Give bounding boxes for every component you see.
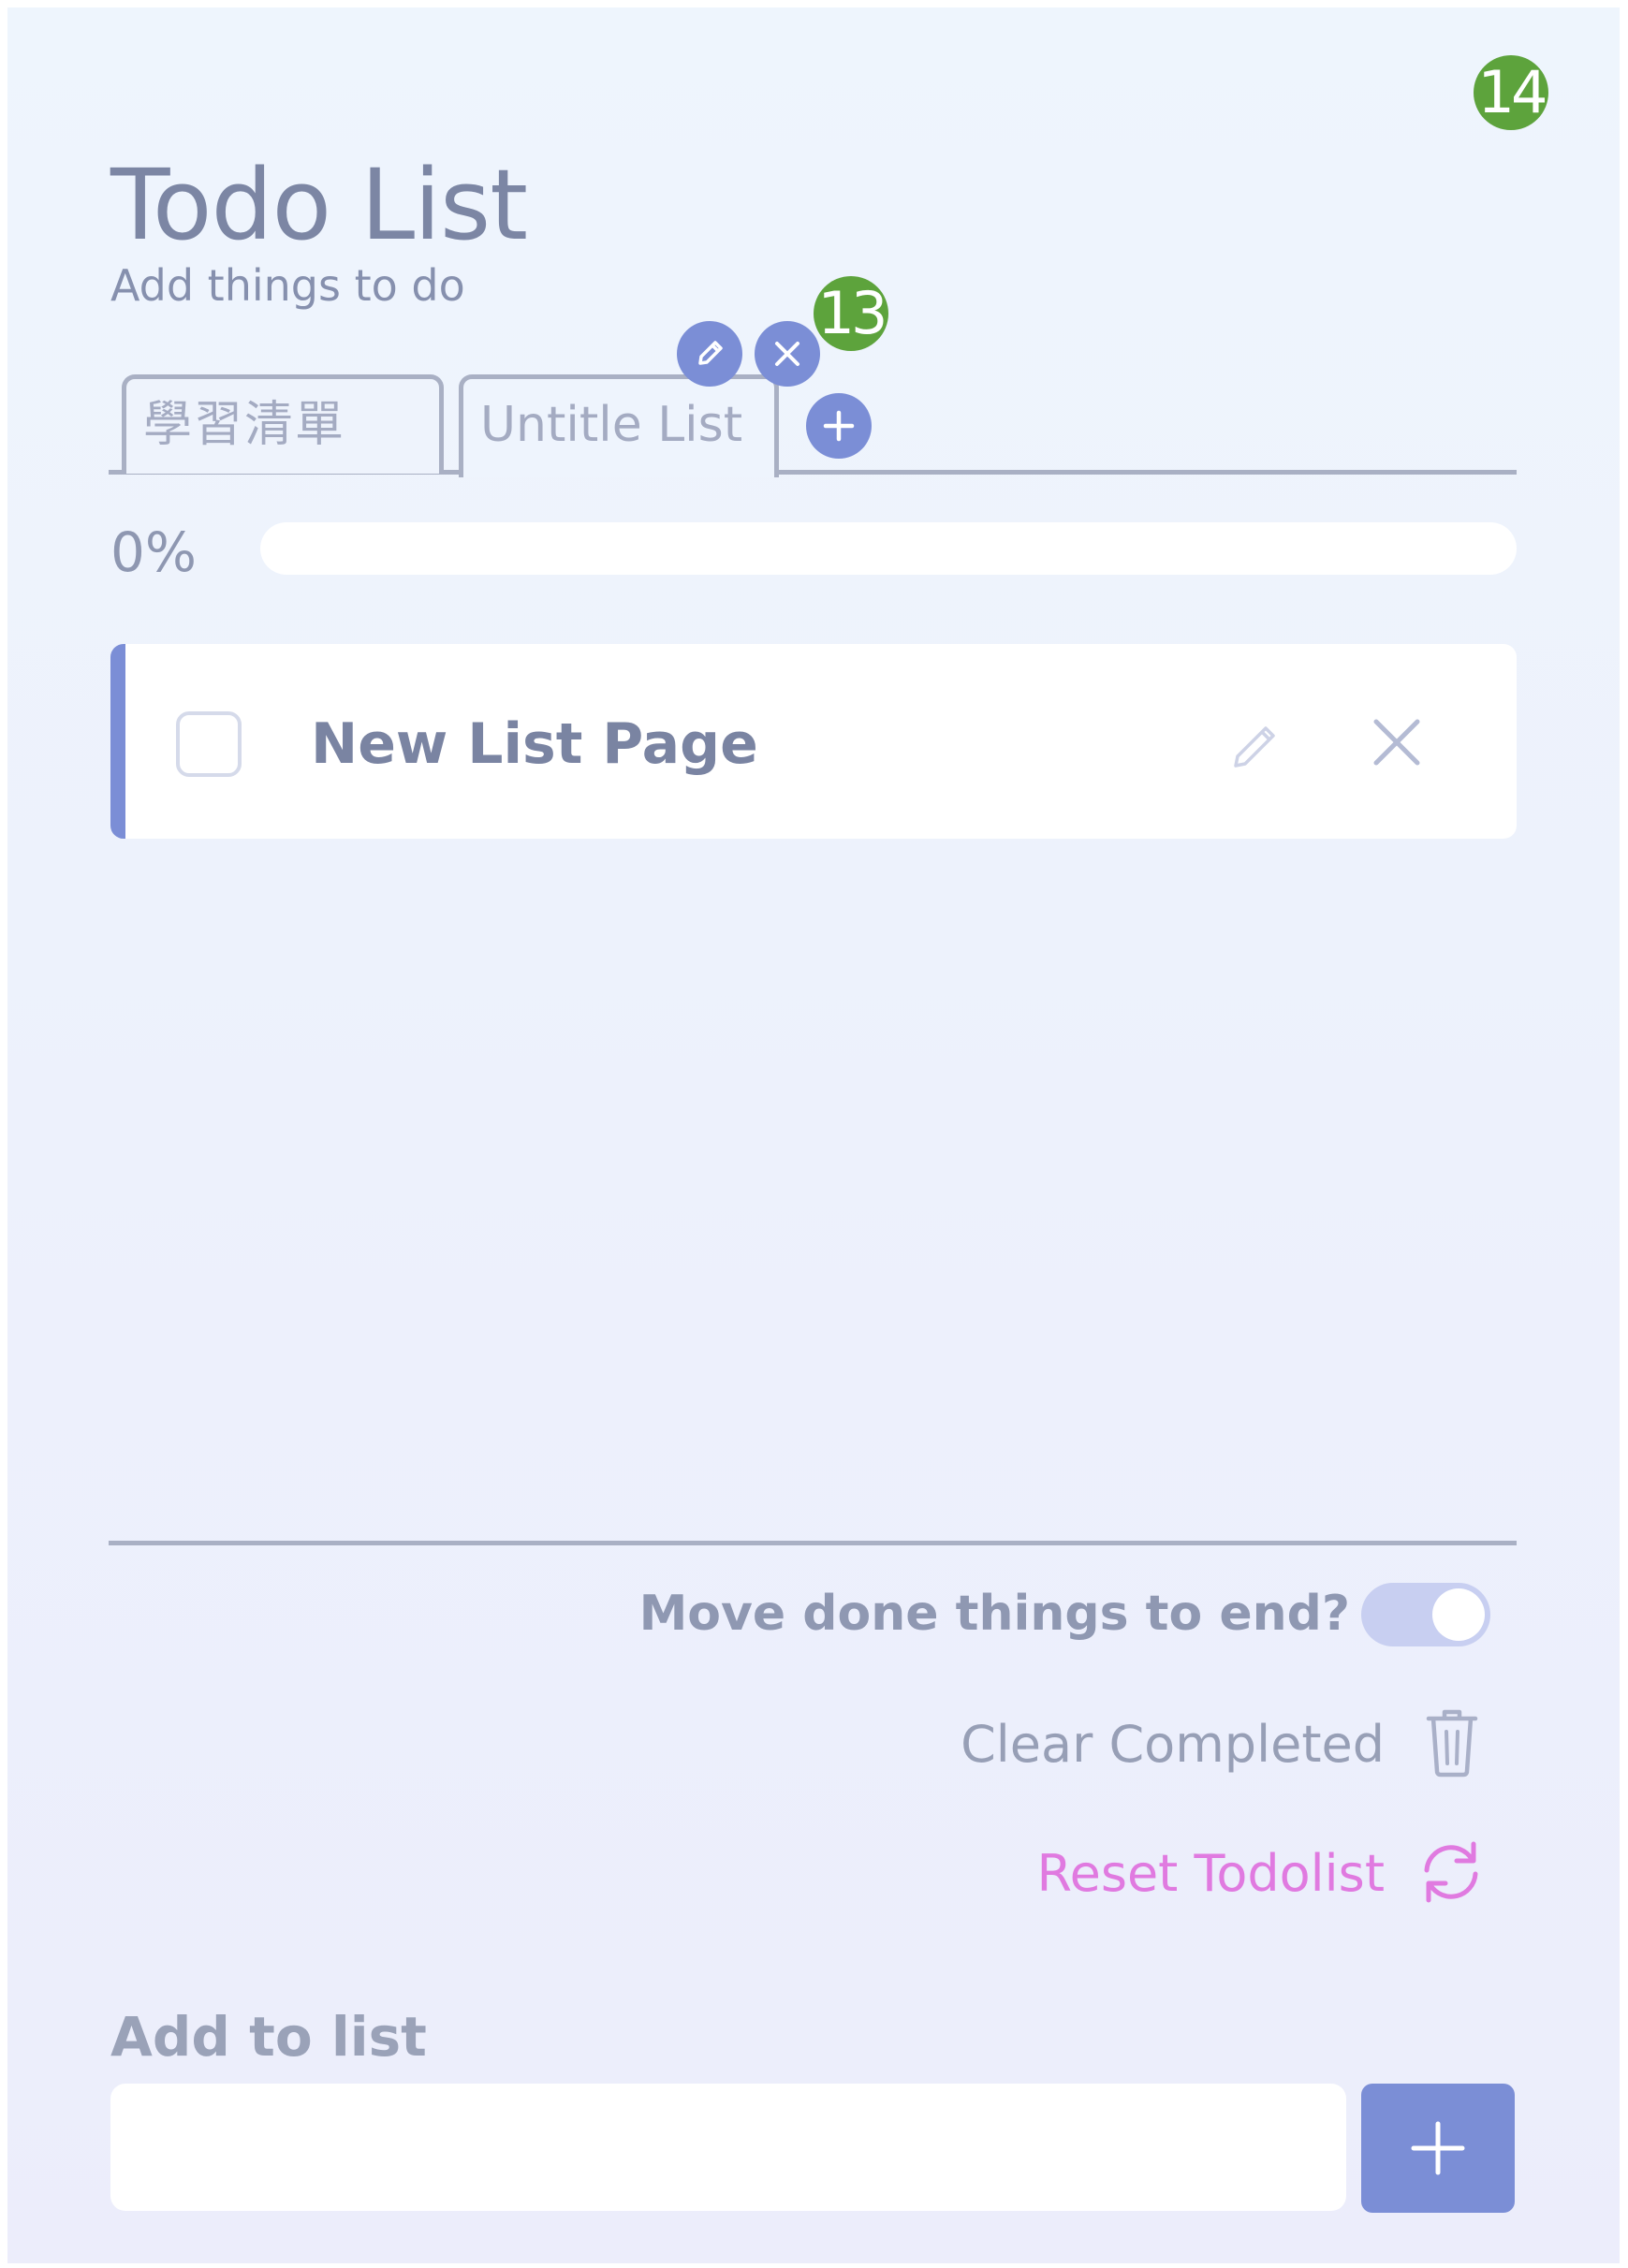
add-todo-input[interactable] [110, 2084, 1346, 2211]
todo-item-text: New List Page [311, 711, 758, 777]
plus-icon [1411, 2121, 1465, 2175]
page-title: Todo List [110, 148, 528, 262]
edit-todo-icon[interactable] [1228, 717, 1284, 773]
plus-icon [823, 410, 855, 442]
add-todo-button[interactable] [1361, 2084, 1515, 2213]
move-done-toggle[interactable] [1361, 1583, 1490, 1646]
move-done-label: Move done things to end? [638, 1586, 1350, 1642]
pencil-icon [698, 341, 723, 365]
toggle-knob [1432, 1588, 1485, 1641]
progress-bar [260, 522, 1517, 575]
refresh-icon[interactable] [1417, 1838, 1485, 1906]
delete-todo-icon[interactable] [1371, 716, 1423, 768]
reset-todolist-button[interactable]: Reset Todolist [1037, 1844, 1386, 1903]
add-tab-button[interactable] [806, 393, 872, 459]
todo-checkbox[interactable] [176, 711, 242, 777]
footer-divider [109, 1541, 1517, 1545]
tab-list-2[interactable]: Untitle List [459, 374, 779, 477]
progress-percent: 0% [110, 520, 198, 584]
close-icon [775, 342, 799, 366]
annotation-badge-13: 13 [814, 276, 888, 351]
edit-tab-button[interactable] [677, 321, 742, 387]
trash-icon[interactable] [1421, 1707, 1483, 1778]
page-subtitle: Add things to do [110, 260, 465, 311]
tab-list-1[interactable]: 學習清單 [122, 374, 444, 474]
add-to-list-label: Add to list [110, 2005, 427, 2069]
clear-completed-button[interactable]: Clear Completed [961, 1715, 1385, 1774]
delete-tab-button[interactable] [755, 321, 820, 387]
annotation-badge-14: 14 [1474, 55, 1548, 130]
